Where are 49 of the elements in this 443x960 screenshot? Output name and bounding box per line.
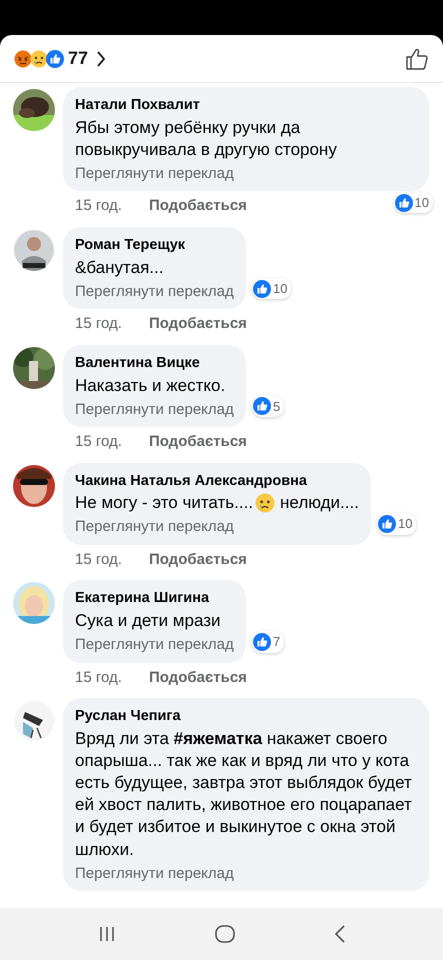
like-count: 7	[252, 631, 284, 653]
comment-text: Сука и дети мрази	[75, 610, 220, 632]
comment-time: 15 год.	[75, 314, 122, 334]
back-icon[interactable]	[334, 925, 346, 943]
like-count: 5	[252, 396, 284, 418]
author-name[interactable]: Роман Терещук	[75, 234, 234, 257]
author-name[interactable]: Валентина Вицке	[75, 352, 234, 375]
reaction-count[interactable]: 77	[68, 45, 88, 72]
like-reaction-icon	[253, 280, 271, 298]
see-translation-link[interactable]: Переглянути переклад	[75, 280, 234, 304]
like-reaction-icon	[378, 515, 396, 534]
see-translation-link[interactable]: Переглянути переклад	[75, 862, 417, 886]
comment-text: нелюди....	[280, 492, 359, 514]
author-name[interactable]: Руслан Чепига	[75, 706, 417, 728]
sad-reaction-icon	[30, 50, 48, 68]
thumbs-up-icon[interactable]	[405, 46, 429, 70]
recent-apps-icon[interactable]	[98, 926, 116, 942]
like-link[interactable]: Подобається	[148, 666, 247, 690]
comment-text: Ябы этому ребёнку ручки да повыкручивала в другую сторону	[75, 116, 338, 161]
chevron-right-icon[interactable]	[96, 50, 106, 68]
like-reaction-icon	[253, 397, 271, 416]
see-translation-link[interactable]: Переглянути переклад	[75, 516, 359, 539]
author-name[interactable]: Натали Похвалит	[75, 95, 417, 117]
comment-time: 15 год.	[75, 432, 122, 452]
like-link[interactable]: Подобається	[148, 313, 247, 336]
sad-emoji-icon	[255, 493, 276, 514]
home-icon[interactable]	[214, 925, 234, 943]
comment-time: 15 год.	[75, 196, 122, 216]
angry-reaction-icon	[14, 50, 32, 68]
comment-time: 15 год.	[75, 668, 122, 688]
like-count: 10	[394, 192, 433, 214]
like-count: 10	[377, 513, 416, 535]
comment-text: Вряд ли эта #яжематка накажет своего опарыша... так же как и вряд ли что у кота есть будущее, завтра этот выблядок будет ей хвост палить, животное его поцарапает и будет избитое и выкинутое с окна этой шлюхи.	[75, 728, 413, 861]
like-reaction-icon	[46, 50, 64, 68]
like-count: 10	[252, 278, 292, 300]
like-link[interactable]: Подобається	[148, 431, 247, 454]
author-name[interactable]: Чакина Наталья Александровна	[75, 470, 359, 492]
like-reaction-icon	[253, 633, 271, 652]
see-translation-link[interactable]: Переглянути переклад	[75, 162, 417, 186]
comment-text: &банутая...	[75, 256, 164, 279]
comment-text: Не могу - это читать....	[75, 492, 254, 514]
author-name[interactable]: Екатерина Шигина	[75, 588, 234, 610]
like-reaction-icon	[394, 194, 413, 212]
comment-text: Наказать и жестко.	[75, 374, 226, 397]
see-translation-link[interactable]: Переглянути переклад	[75, 634, 234, 657]
like-link[interactable]: Подобається	[148, 548, 247, 572]
see-translation-link[interactable]: Переглянути переклад	[75, 398, 234, 422]
comment-time: 15 год.	[75, 550, 122, 570]
like-link[interactable]: Подобається	[148, 195, 247, 218]
